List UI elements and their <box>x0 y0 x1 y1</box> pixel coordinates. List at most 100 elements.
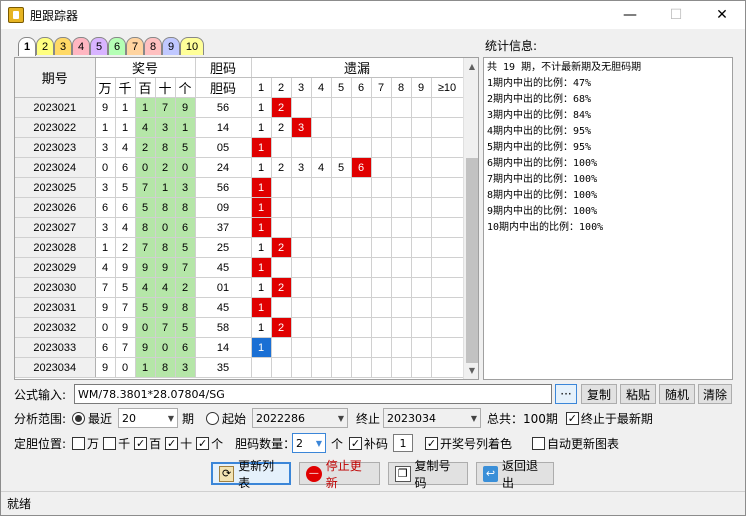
scroll-thumb[interactable] <box>466 158 478 363</box>
table-row[interactable]: 2023032 0 9 0 7 5 58 1 2 <box>15 317 464 338</box>
tab-7[interactable]: 7 <box>126 37 144 55</box>
miss-cell: 1 <box>251 257 272 278</box>
tab-10[interactable]: 10 <box>180 37 204 55</box>
lottery-cell: 8 <box>175 297 196 318</box>
stop-update-button[interactable]: — 停止更新 <box>299 459 380 490</box>
lottery-cell: 6 <box>95 197 116 218</box>
table-scrollbar[interactable]: ▲ ▼ <box>463 58 478 379</box>
exit-label: 返回退出 <box>502 458 539 490</box>
miss-cell <box>311 237 332 258</box>
table-row[interactable]: 2023034 9 0 1 8 3 35 <box>15 357 464 378</box>
table-row[interactable]: 2023025 3 5 7 1 3 56 1 <box>15 177 464 198</box>
tab-6[interactable]: 6 <box>108 37 126 55</box>
lottery-cell: 5 <box>175 137 196 158</box>
start-select[interactable]: 2022286 ▼ <box>252 408 348 428</box>
minimize-button[interactable]: — <box>607 1 653 29</box>
pos-ge-checkbox[interactable]: ✓ <box>196 436 210 450</box>
copy-button[interactable]: 复制 <box>581 384 617 404</box>
end-latest-checkbox[interactable]: ✓ <box>565 411 579 425</box>
recent-select[interactable]: 20 ▼ <box>118 408 178 428</box>
subheader-miss-7: 8 <box>391 77 412 98</box>
total-text: 总共：100期 <box>487 411 558 426</box>
miss-cell <box>431 357 464 378</box>
auto-update-checkbox[interactable] <box>532 436 546 450</box>
recent-radio[interactable] <box>72 411 86 425</box>
miss-cell <box>351 257 372 278</box>
copy-numbers-button[interactable]: ❐ 复制号码 <box>388 459 468 490</box>
scroll-up-icon[interactable]: ▲ <box>464 58 478 75</box>
miss-cell: 1 <box>251 137 272 158</box>
table-row[interactable]: 2023026 6 6 5 8 8 09 1 <box>15 197 464 218</box>
maximize-button[interactable]: ☐ <box>653 1 699 29</box>
miss-cell: 1 <box>251 237 272 258</box>
stats-textbox[interactable]: 共 19 期，不计最新期及无胆码期 1期内中出的比例：47% 2期内中出的比例：68… <box>483 57 733 380</box>
lottery-cell: 0 <box>115 357 136 378</box>
count-value: 2 <box>296 436 303 450</box>
lottery-cell: 2 <box>135 137 156 158</box>
start-radio[interactable] <box>206 411 220 425</box>
period-cell: 2023021 <box>15 97 96 118</box>
danma-cell: 25 <box>195 237 252 258</box>
tab-8[interactable]: 8 <box>144 37 162 55</box>
pos-wan-checkbox[interactable] <box>72 436 86 450</box>
scroll-down-icon[interactable]: ▼ <box>464 362 478 379</box>
random-button[interactable]: 随机 <box>659 384 695 404</box>
tab-5[interactable]: 5 <box>90 37 108 55</box>
miss-cell <box>371 357 392 378</box>
exit-icon: ↩ <box>483 465 498 482</box>
tab-4[interactable]: 4 <box>72 37 90 55</box>
miss-cell <box>271 177 292 198</box>
lottery-cell: 4 <box>155 277 176 298</box>
tab-2[interactable]: 2 <box>36 37 54 55</box>
copy-icon: ❐ <box>395 465 411 482</box>
header-danma: 胆码 <box>195 58 252 78</box>
miss-cell <box>331 97 352 118</box>
window-title: 胆跟踪器 <box>30 8 79 23</box>
table-row[interactable]: 2023028 1 2 7 8 5 25 1 2 <box>15 237 464 258</box>
table-row[interactable]: 2023022 1 1 4 3 1 14 1 2 3 <box>15 117 464 138</box>
table-row[interactable]: 2023027 3 4 8 0 6 37 1 <box>15 217 464 238</box>
period-cell: 2023023 <box>15 137 96 158</box>
lottery-cell: 1 <box>115 117 136 138</box>
subheader-lottery-3: 十 <box>155 77 176 98</box>
clear-button[interactable]: 清除 <box>698 384 732 404</box>
refresh-list-button[interactable]: ⟳ 更新列表 <box>211 459 291 490</box>
tab-1[interactable]: 1 <box>18 37 36 56</box>
miss-cell <box>411 237 432 258</box>
miss-cell <box>431 237 464 258</box>
paste-button[interactable]: 粘贴 <box>620 384 656 404</box>
table-row[interactable]: 2023021 9 1 1 7 9 56 1 2 <box>15 97 464 118</box>
table-row[interactable]: 2023033 6 7 9 0 6 14 1 <box>15 337 464 358</box>
subheader-miss-2: 3 <box>291 77 312 98</box>
formula-input[interactable]: WM/78.3801*28.07804/SG <box>74 384 552 404</box>
formula-more-button[interactable]: ··· <box>555 384 577 404</box>
pos-qian-checkbox[interactable] <box>103 436 117 450</box>
stop-label: 停止更新 <box>325 458 362 490</box>
miss-cell <box>431 277 464 298</box>
table-row[interactable]: 2023030 7 5 4 4 2 01 1 2 <box>15 277 464 298</box>
miss-cell: 1 <box>251 317 272 338</box>
lottery-cell: 2 <box>175 277 196 298</box>
lottery-cell: 6 <box>175 217 196 238</box>
exit-button[interactable]: ↩ 返回退出 <box>476 459 554 490</box>
table-row[interactable]: 2023031 9 7 5 9 8 45 1 <box>15 297 464 318</box>
count-select[interactable]: 2 ▼ <box>292 433 326 453</box>
miss-cell <box>431 197 464 218</box>
miss-cell <box>411 297 432 318</box>
close-button[interactable]: ✕ <box>699 1 745 29</box>
miss-cell: 5 <box>331 157 352 178</box>
miss-cell <box>271 217 292 238</box>
tab-3[interactable]: 3 <box>54 37 72 55</box>
miss-cell <box>371 257 392 278</box>
table-row[interactable]: 2023024 0 6 0 2 0 24 1 2 3 4 5 6 <box>15 157 464 178</box>
pos-shi-checkbox[interactable]: ✓ <box>165 436 179 450</box>
lottery-cell: 3 <box>95 177 116 198</box>
tab-9[interactable]: 9 <box>162 37 180 55</box>
table-row[interactable]: 2023023 3 4 2 8 5 05 1 <box>15 137 464 158</box>
color-checkbox[interactable]: ✓ <box>425 436 438 450</box>
fill-input[interactable]: 1 <box>393 434 413 452</box>
fill-checkbox[interactable]: ✓ <box>349 436 363 450</box>
pos-bai-checkbox[interactable]: ✓ <box>134 436 148 450</box>
table-row[interactable]: 2023029 4 9 9 9 7 45 1 <box>15 257 464 278</box>
end-select[interactable]: 2023034 ▼ <box>383 408 481 428</box>
